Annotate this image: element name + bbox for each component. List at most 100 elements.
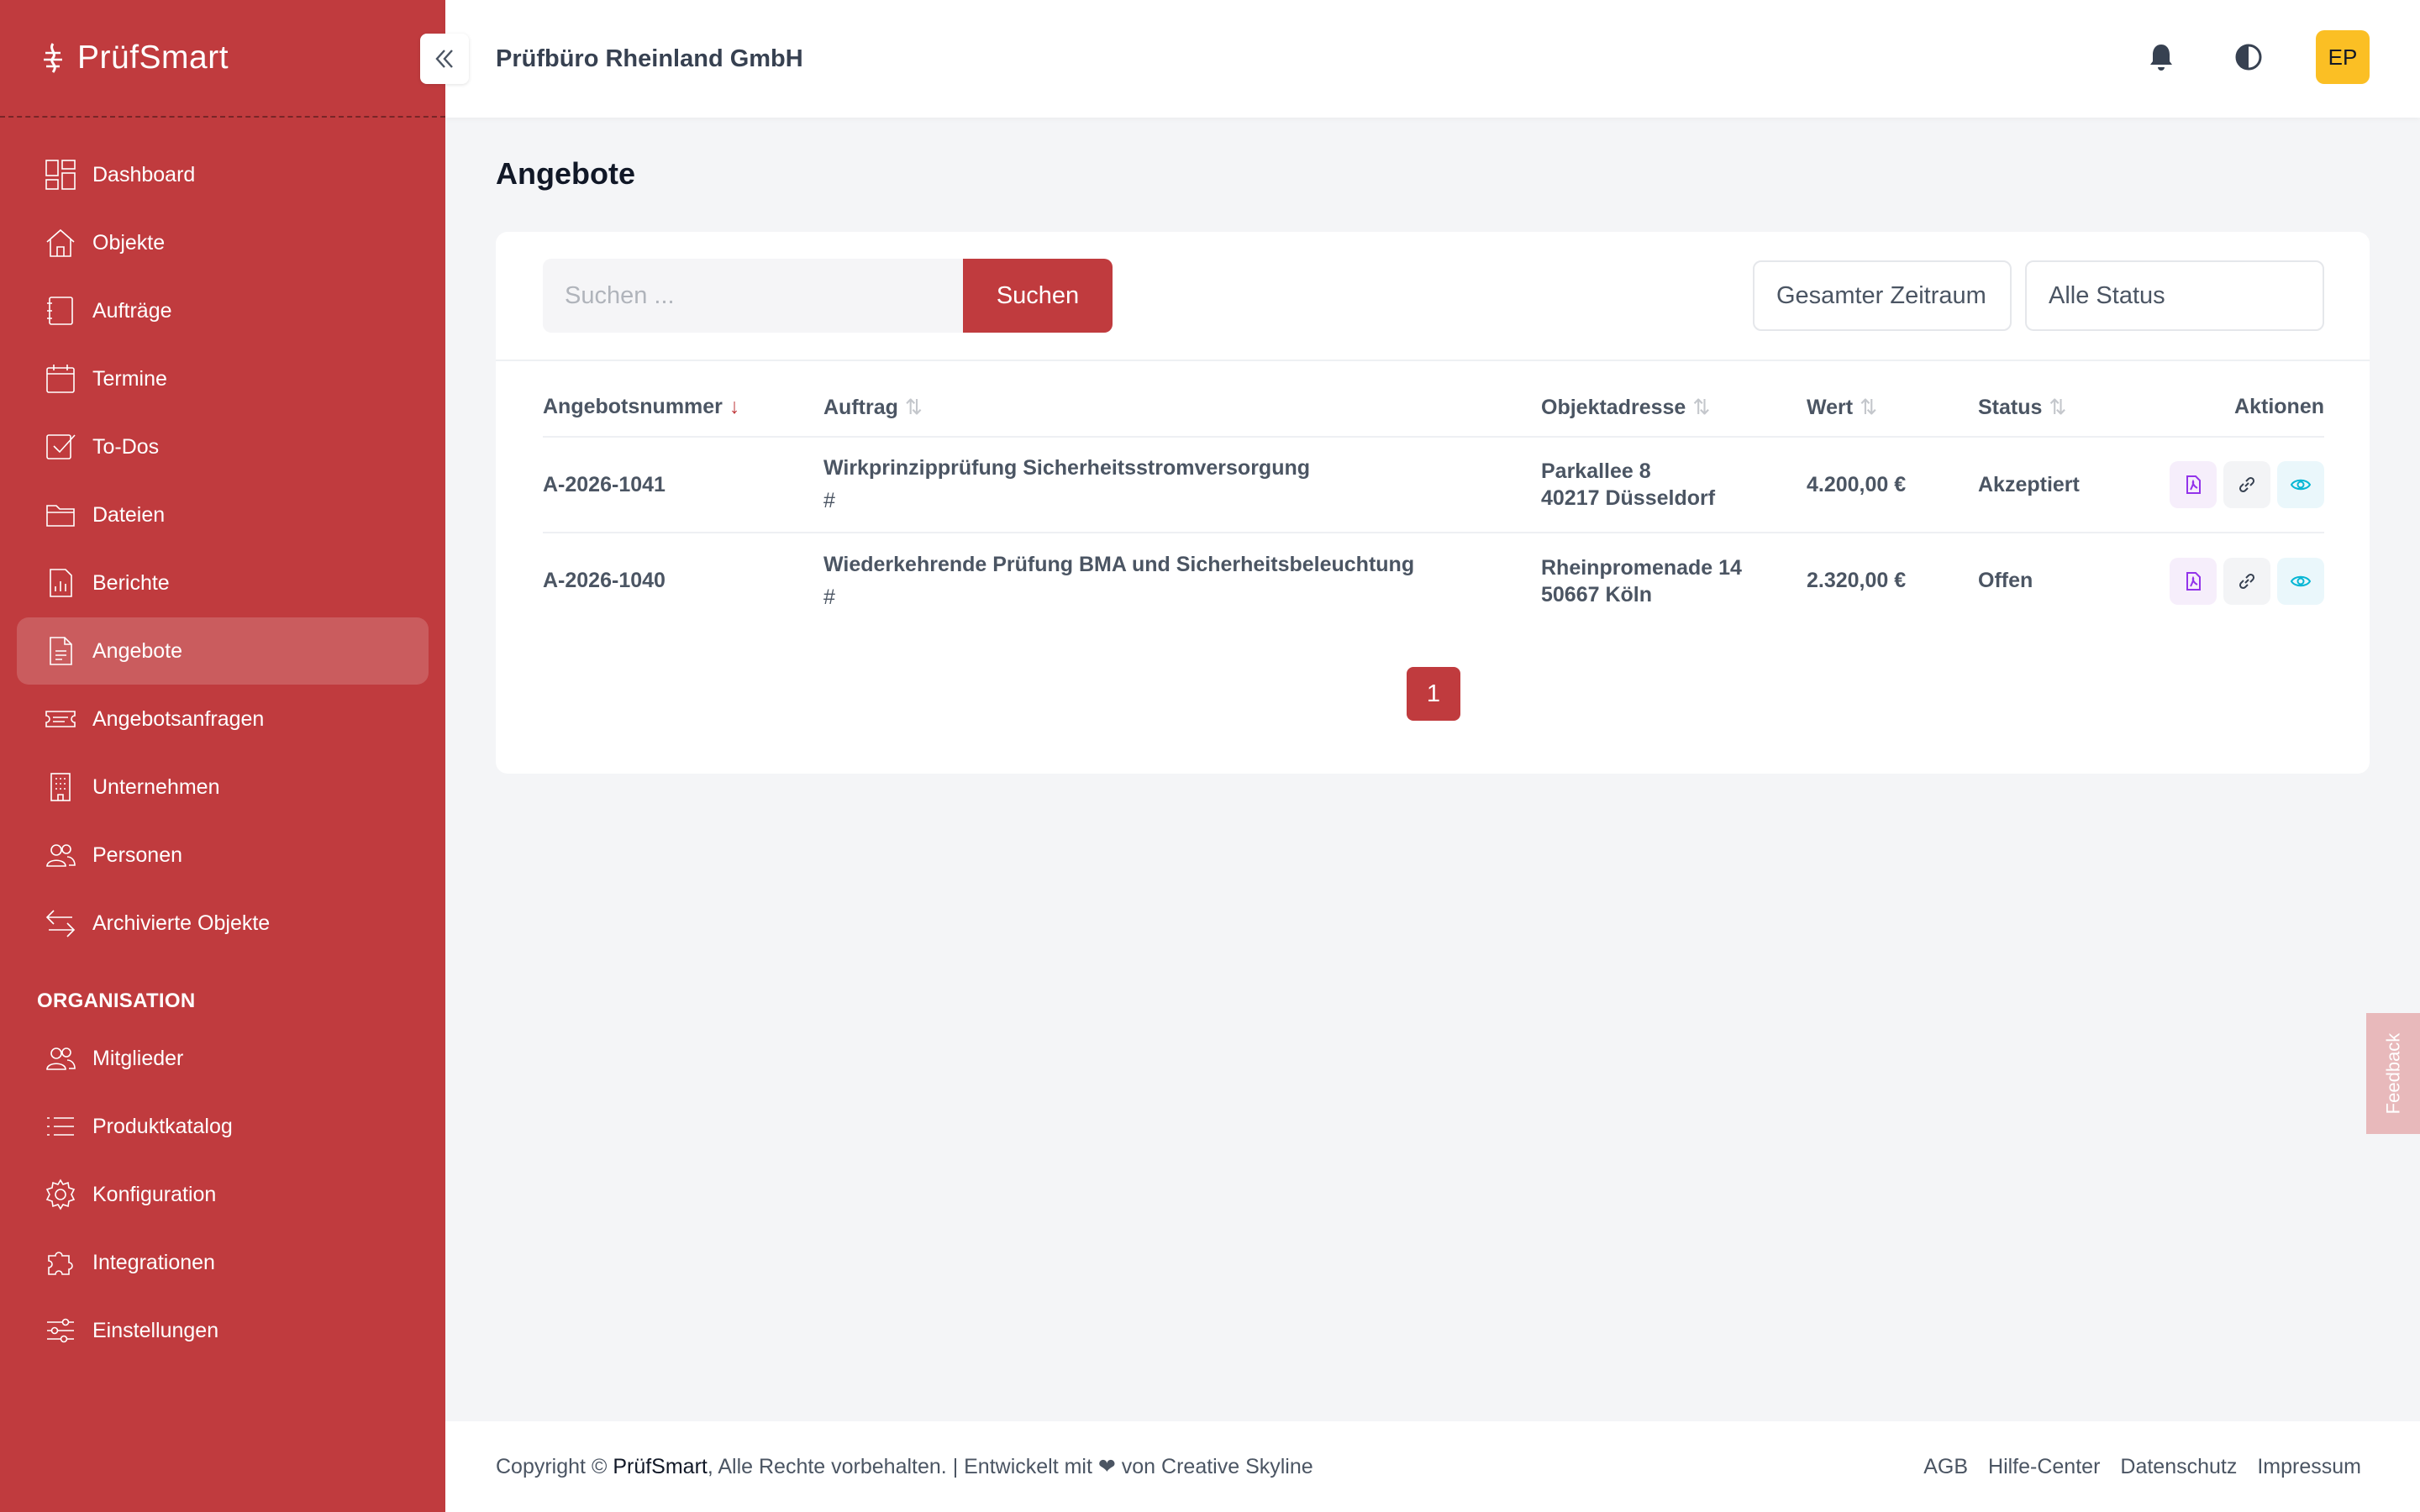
offer-status: Offen	[1978, 569, 2033, 592]
order-reference: #	[823, 489, 835, 512]
brand-logo-icon	[44, 43, 62, 73]
offer-number[interactable]: A-2026-1040	[543, 533, 823, 628]
brand[interactable]: PrüfSmart	[0, 0, 445, 118]
search-button[interactable]: Suchen	[963, 259, 1113, 333]
notebook-icon	[44, 294, 77, 328]
folder-icon	[44, 498, 77, 532]
sidebar-item-unternehmen[interactable]: Unternehmen	[17, 753, 429, 821]
eye-icon	[2290, 575, 2312, 586]
sidebar-item-einstellungen[interactable]: Einstellungen	[17, 1297, 429, 1364]
sidebar-item-termine[interactable]: Termine	[17, 345, 429, 412]
footer-link-agb[interactable]: AGB	[1923, 1455, 1968, 1479]
order-reference: #	[823, 585, 835, 609]
offers-card: Suchen Gesamter Zeitraum Alle Status Ang…	[496, 232, 2370, 774]
sort-desc-icon[interactable]: ↓	[729, 395, 740, 419]
building-icon	[44, 770, 77, 804]
sidebar-item-angebote[interactable]: Angebote	[17, 617, 429, 685]
order-title[interactable]: Wirkprinzipprüfung Sicherheitsstromverso…	[823, 456, 1310, 480]
search-input[interactable]	[543, 259, 963, 333]
column-header-auftrag[interactable]: Auftrag ⇅	[823, 385, 1541, 438]
user-avatar[interactable]: EP	[2316, 30, 2370, 84]
sidebar-item-label: Aufträge	[92, 298, 172, 323]
sidebar-item-dateien[interactable]: Dateien	[17, 481, 429, 549]
offer-value: 4.200,00 €	[1807, 437, 1978, 533]
status-filter-select[interactable]: Alle Status	[2025, 260, 2324, 331]
footer-links: AGB Hilfe-Center Datenschutz Impressum	[1923, 1455, 2361, 1479]
pagination-page-current[interactable]: 1	[1407, 667, 1460, 721]
table-row[interactable]: A-2026-1040 Wiederkehrende Prüfung BMA u…	[543, 533, 2324, 628]
copy-link-button[interactable]	[2223, 461, 2270, 508]
order-title[interactable]: Wiederkehrende Prüfung BMA und Sicherhei…	[823, 553, 1414, 576]
column-header-label: Auftrag	[823, 396, 898, 419]
sidebar-item-personen[interactable]: Personen	[17, 822, 429, 889]
page-title: Angebote	[496, 156, 635, 191]
offer-address: Rheinpromenade 14 50667 Köln	[1541, 533, 1807, 628]
copy-link-button[interactable]	[2223, 557, 2270, 605]
link-icon	[2238, 573, 2255, 589]
sidebar-item-label: Archivierte Objekte	[92, 911, 271, 935]
address-street: Parkallee 8	[1541, 459, 1651, 483]
offer-order: Wiederkehrende Prüfung BMA und Sicherhei…	[823, 533, 1541, 628]
header-actions: EP	[2141, 30, 2370, 84]
document-icon	[44, 634, 77, 668]
column-header-objektadresse[interactable]: Objektadresse ⇅	[1541, 385, 1807, 438]
sidebar-item-todos[interactable]: To-Dos	[17, 413, 429, 480]
collapse-sidebar-button[interactable]	[420, 34, 469, 84]
link-icon	[2238, 476, 2255, 493]
sidebar-item-integrationen[interactable]: Integrationen	[17, 1229, 429, 1296]
main-nav: Dashboard Objekte Aufträge Termine To-Do…	[0, 118, 445, 957]
offer-status: Akzeptiert	[1978, 437, 2163, 533]
sidebar-item-archivierte-objekte[interactable]: Archivierte Objekte	[17, 890, 429, 957]
table-row[interactable]: A-2026-1041 Wirkprinzipprüfung Sicherhei…	[543, 437, 2324, 533]
sidebar-item-label: Mitglieder	[92, 1046, 184, 1070]
offer-number[interactable]: A-2026-1041	[543, 437, 823, 533]
sidebar-item-label: Integrationen	[92, 1250, 215, 1274]
checkbox-icon	[44, 430, 77, 464]
sidebar-item-mitglieder[interactable]: Mitglieder	[17, 1025, 429, 1092]
calendar-icon	[44, 362, 77, 396]
pdf-download-button[interactable]	[2170, 557, 2217, 605]
users-icon	[44, 838, 77, 872]
view-button[interactable]	[2277, 557, 2324, 605]
gear-icon	[44, 1178, 77, 1211]
footer-link-hilfe-center[interactable]: Hilfe-Center	[1988, 1455, 2100, 1479]
column-header-status[interactable]: Status ⇅	[1978, 385, 2163, 438]
column-header-aktionen: Aktionen	[2163, 385, 2324, 438]
pdf-icon	[2186, 475, 2201, 494]
sidebar-item-berichte[interactable]: Berichte	[17, 549, 429, 617]
column-header-angebotsnummer[interactable]: Angebotsnummer ↓	[543, 385, 823, 438]
sidebar-item-dashboard[interactable]: Dashboard	[17, 141, 429, 208]
sort-icon[interactable]: ⇅	[905, 395, 923, 420]
sidebar-item-objekte[interactable]: Objekte	[17, 209, 429, 276]
sidebar-item-produktkatalog[interactable]: Produktkatalog	[17, 1093, 429, 1160]
sidebar-item-label: Unternehmen	[92, 774, 220, 799]
sort-icon[interactable]: ⇅	[1692, 395, 1710, 420]
sort-icon[interactable]: ⇅	[2049, 395, 2066, 420]
period-filter-select[interactable]: Gesamter Zeitraum	[1753, 260, 2012, 331]
notification-bell-icon[interactable]	[2141, 37, 2181, 77]
pdf-download-button[interactable]	[2170, 461, 2217, 508]
sidebar-item-label: Termine	[92, 366, 167, 391]
report-icon	[44, 566, 77, 600]
copyright-prefix: Copyright ©	[496, 1455, 613, 1478]
table-header-row: Angebotsnummer ↓ Auftrag ⇅ Objektadresse ⇅ …	[543, 385, 2324, 438]
theme-toggle-icon[interactable]	[2228, 37, 2269, 77]
section-title-organisation: ORGANISATION	[37, 990, 196, 1012]
copyright-brand: PrüfSmart	[613, 1455, 708, 1478]
feedback-tab[interactable]: Feedback	[2366, 1013, 2420, 1134]
sidebar-item-auftraege[interactable]: Aufträge	[17, 277, 429, 344]
sort-icon[interactable]: ⇅	[1860, 395, 1877, 420]
column-header-label: Angebotsnummer	[543, 395, 723, 418]
footer-link-impressum[interactable]: Impressum	[2257, 1455, 2361, 1479]
sidebar-item-angebotsanfragen[interactable]: Angebotsanfragen	[17, 685, 429, 753]
sidebar-item-label: To-Dos	[92, 434, 160, 459]
sidebar-item-konfiguration[interactable]: Konfiguration	[17, 1161, 429, 1228]
pdf-icon	[2186, 571, 2201, 591]
double-chevron-left-icon	[435, 50, 453, 68]
sliders-icon	[44, 1314, 77, 1347]
column-header-wert[interactable]: Wert ⇅	[1807, 385, 1978, 438]
copyright-suffix: , Alle Rechte vorbehalten. | Entwickelt …	[707, 1455, 1313, 1478]
footer-link-datenschutz[interactable]: Datenschutz	[2120, 1455, 2237, 1479]
sidebar-item-label: Dashboard	[92, 162, 196, 186]
view-button[interactable]	[2277, 461, 2324, 508]
